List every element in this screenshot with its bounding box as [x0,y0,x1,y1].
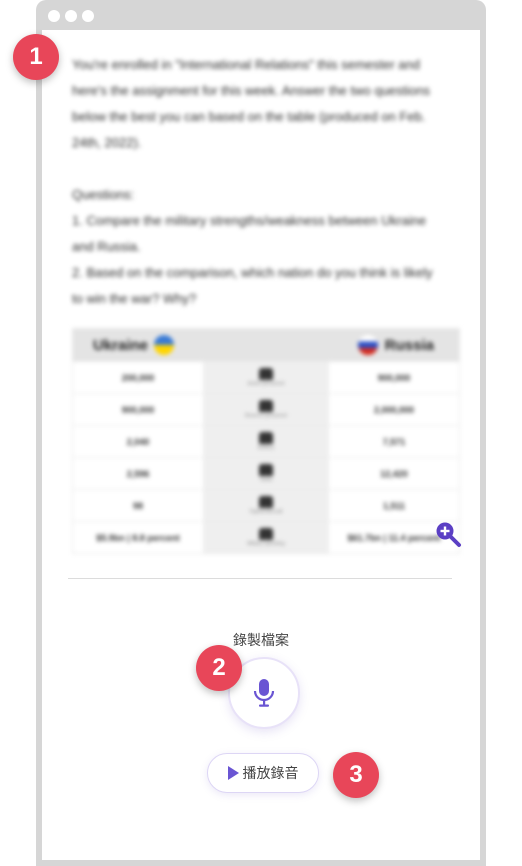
russia-value: 2,000,000 [373,404,415,415]
passage-line: Questions: [72,187,135,202]
passage-line: here's the assignment for this week. Ans… [72,83,431,98]
metric-label: Reserve personnel [245,413,287,419]
table-row: 900,000 Reserve personnel 2,000,000 [73,393,459,425]
step-badge-3: 3 [333,752,379,798]
metric-cell: Artillery [203,426,329,457]
step-badge-1: 1 [13,34,59,80]
metric-label: Tanks [259,477,273,483]
table-row: 2,596 Tanks 12,420 [73,457,459,489]
window-dot-icon [48,10,60,22]
table-row: 2,040 Artillery 7,571 [73,425,459,457]
aircraft-icon [259,496,273,508]
russia-value: 12,420 [380,468,408,479]
ukraine-value: 200,000 [121,372,155,383]
russia-header: Russia [356,334,434,356]
window-dot-icon [82,10,94,22]
russia-label: Russia [384,336,434,354]
ukraine-label: Ukraine [93,336,149,354]
passage-line: 24th, 2022). [72,135,142,150]
tank-icon [259,464,273,476]
zoom-in-icon[interactable] [434,520,464,550]
soldier-icon [259,368,273,380]
page-viewport: You're enrolled in "International Relati… [42,30,480,860]
metric-label: Artillery [257,445,275,451]
ukraine-value: 98 [132,500,143,511]
browser-window: You're enrolled in "International Relati… [36,0,486,866]
ukraine-flag-icon [154,335,175,355]
metric-cell: Active personnel [203,362,329,393]
russia-flag-icon [356,334,379,356]
metric-cell: Tanks [203,458,329,489]
passage-gap [72,156,464,182]
play-recording-button[interactable]: 播放錄音 [207,753,319,793]
window-dot-icon [65,10,77,22]
metric-label: Active personnel [247,381,285,387]
passage-line: below the best you can based on the tabl… [72,109,426,124]
metric-cell: Fighter/Aircraft [203,490,329,521]
ukraine-value: 900,000 [121,404,155,415]
table-row: $5.9bn | 8.8 percent Military spending $… [73,521,459,553]
ukraine-header: Ukraine [93,335,175,355]
passage-line: and Russia. [72,239,141,254]
passage-line: to win the war? Why? [72,291,197,306]
table-row: 200,000 Active personnel 900,000 [73,361,459,393]
play-icon [227,766,239,780]
artillery-icon [259,432,273,444]
comparison-table: Ukraine Russia 200,000 Active personnel … [72,328,460,554]
russia-value: 1,511 [382,500,406,511]
microphone-icon [253,679,275,707]
passage-line: 2. Based on the comparison, which nation… [72,265,433,280]
passage-line: 1. Compare the military strengths/weakne… [72,213,427,228]
record-file-label: 錄製檔案 [233,633,289,649]
metric-cell: Reserve personnel [203,394,329,425]
ukraine-value: 2,596 [126,468,150,479]
reserve-icon [259,400,273,412]
assignment-passage: You're enrolled in "International Relati… [72,52,464,312]
section-divider [68,578,452,579]
ukraine-value: $5.9bn | 8.8 percent [96,532,180,543]
metric-cell: Military spending [203,522,329,553]
step-badge-2: 2 [196,645,242,691]
play-recording-label: 播放錄音 [242,766,299,782]
table-header: Ukraine Russia [73,329,459,361]
russia-value: 7,571 [382,436,406,447]
metric-label: Military spending [247,541,285,547]
ukraine-value: 2,040 [126,436,150,447]
window-titlebar [36,0,486,30]
russia-value: 900,000 [377,372,411,383]
table-row: 98 Fighter/Aircraft 1,511 [73,489,459,521]
passage-line: You're enrolled in "International Relati… [72,57,420,72]
money-icon [259,528,273,540]
metric-label: Fighter/Aircraft [249,509,283,515]
